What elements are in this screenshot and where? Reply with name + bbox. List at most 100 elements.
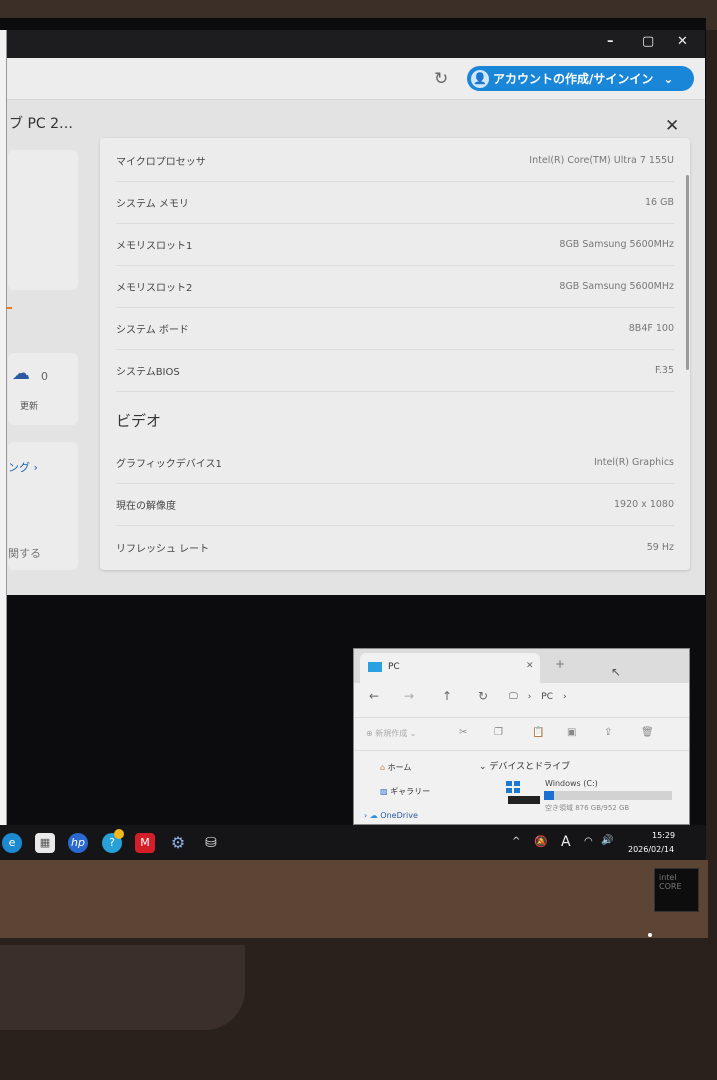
new-button[interactable]: ⊕ 新規作成 ⌄: [366, 728, 417, 739]
intel-core-badge: intel CORE: [654, 868, 699, 912]
drive-usage-fill: [544, 791, 555, 800]
bottom-label: 関する: [8, 547, 41, 560]
back-icon[interactable]: ←: [369, 689, 379, 703]
row-value: Intel(R) Core(TM) Ultra 7 155U: [529, 155, 674, 166]
row-label: メモリスロット2: [116, 283, 193, 294]
row-value: 59 Hz: [646, 541, 674, 553]
refresh-icon[interactable]: ↻: [478, 689, 488, 703]
share-icon[interactable]: ⇪: [604, 727, 612, 738]
forward-icon[interactable]: →: [404, 689, 414, 703]
row-label: システムBIOS: [116, 367, 180, 378]
command-bar: ⊕ 新規作成 ⌄ ✂ ❐ 📋 ▣ ⇪ 🗑: [354, 717, 689, 751]
settings-gear-icon[interactable]: ⚙: [168, 833, 188, 853]
home-icon: ⌂: [380, 763, 386, 772]
title-bar: [0, 30, 705, 58]
system-info-dialog: マイクロプロセッサ Intel(R) Core(TM) Ultra 7 155U …: [100, 138, 690, 570]
clock-time[interactable]: 15:29: [652, 831, 675, 840]
new-label: 新規作成: [375, 729, 408, 738]
notifications-off-icon[interactable]: 🔕: [534, 835, 548, 848]
tray-chevron-icon[interactable]: ^: [512, 836, 520, 847]
address-bar[interactable]: 🖵 › PC ›: [509, 687, 689, 707]
row-value: 1920 x 1080: [613, 499, 674, 510]
wifi-icon[interactable]: ◠: [584, 836, 593, 847]
device-title: ブ PC 2…: [9, 116, 74, 132]
nav-label: ホーム: [387, 763, 412, 772]
info-row: メモリスロット1 8GB Samsung 5600MHz: [116, 224, 674, 266]
row-label: システム メモリ: [116, 199, 189, 210]
updates-card[interactable]: ☁ 0 更新: [8, 353, 78, 425]
user-icon: 👤: [471, 69, 489, 88]
paste-icon[interactable]: 📋: [532, 727, 544, 738]
nav-gallery[interactable]: ▨ ギャラリー: [380, 786, 430, 797]
row-value: 16 GB: [645, 197, 674, 208]
cloud-download-icon: ☁: [12, 363, 30, 384]
address-path: PC: [541, 692, 554, 702]
copy-icon[interactable]: ❐: [494, 727, 503, 738]
info-row: リフレッシュ レート 59 Hz: [116, 526, 674, 568]
close-button[interactable]: ✕: [677, 34, 688, 49]
minimize-button[interactable]: –: [607, 34, 614, 49]
chevron-right-icon: ›: [527, 692, 532, 702]
link-card[interactable]: ング › 関する: [8, 442, 78, 570]
nav-label: ギャラリー: [390, 787, 431, 796]
monitor-bezel: [0, 860, 708, 938]
section-label: デバイスとドライブ: [489, 762, 571, 772]
info-row: グラフィックデバイス1 Intel(R) Graphics: [116, 442, 674, 484]
section-devices[interactable]: ⌄ デバイスとドライブ: [479, 759, 570, 772]
monitor-icon: [368, 662, 382, 672]
link-text[interactable]: ング ›: [8, 459, 38, 475]
power-led: [648, 933, 652, 937]
info-row: システム メモリ 16 GB: [116, 182, 674, 224]
info-card: [8, 150, 78, 290]
notification-badge: [114, 829, 124, 839]
info-row: システム ボード 8B4F 100: [116, 308, 674, 350]
updates-count: 0: [41, 370, 48, 383]
file-explorer-window: PC ✕ + ↖ ← → ↑ ↻ 🖵 › PC › ⊕ 新規作成 ⌄ ✂ ❐ 📋 ▣…: [353, 648, 690, 825]
info-row: システムBIOS F.35: [116, 350, 674, 392]
cut-icon[interactable]: ✂: [459, 727, 467, 738]
drive-usage-bar: [544, 791, 672, 800]
windows-drive-icon: [506, 781, 520, 793]
info-row: メモリスロット2 8GB Samsung 5600MHz: [116, 266, 674, 308]
chevron-right-icon: ›: [563, 692, 567, 702]
store-icon[interactable]: ▦: [35, 833, 55, 853]
background-window-edge: [0, 30, 7, 825]
dialog-close-button[interactable]: ✕: [665, 116, 679, 136]
row-value: 8B4F 100: [628, 323, 674, 334]
app-icon[interactable]: ⛁: [201, 833, 221, 853]
info-row: マイクロプロセッサ Intel(R) Core(TM) Ultra 7 155U: [116, 140, 674, 182]
drive-name[interactable]: Windows (C:): [545, 779, 598, 788]
drive-icon: [508, 796, 540, 804]
nav-home[interactable]: ⌂ ホーム: [380, 762, 411, 773]
new-tab-button[interactable]: +: [555, 657, 565, 671]
volume-icon[interactable]: 🔊: [601, 835, 613, 846]
row-label: リフレッシュ レート: [116, 543, 210, 555]
nav-onedrive[interactable]: › ☁ OneDrive: [364, 811, 418, 820]
refresh-icon[interactable]: ↻: [434, 69, 448, 89]
row-label: メモリスロット1: [116, 241, 193, 252]
maximize-button[interactable]: ▢: [642, 34, 654, 49]
clock-date[interactable]: 2026/02/14: [628, 845, 674, 854]
tab-close-button[interactable]: ✕: [526, 661, 534, 671]
edge-icon[interactable]: e: [2, 833, 22, 853]
mouse-cursor-icon: ↖: [611, 665, 622, 679]
row-value: F.35: [654, 365, 674, 376]
rename-icon[interactable]: ▣: [567, 727, 576, 738]
mcafee-icon[interactable]: M: [135, 833, 155, 853]
section-heading-video: ビデオ: [116, 412, 162, 430]
scrollbar[interactable]: [686, 175, 689, 370]
row-value: 8GB Samsung 5600MHz: [559, 281, 674, 292]
hp-icon[interactable]: hp: [68, 833, 88, 853]
cloud-icon: ☁: [369, 811, 378, 820]
row-label: グラフィックデバイス1: [116, 459, 222, 470]
up-icon[interactable]: ↑: [442, 689, 452, 703]
updates-label: 更新: [20, 402, 39, 412]
delete-icon[interactable]: 🗑: [641, 727, 654, 738]
row-value: Intel(R) Graphics: [593, 457, 674, 468]
nav-label: OneDrive: [380, 811, 418, 820]
ime-indicator[interactable]: A: [561, 834, 571, 850]
account-signin-button[interactable]: 👤 アカウントの作成/サインイン ⌄: [467, 66, 694, 91]
accent-mark: [6, 307, 12, 309]
gallery-icon: ▨: [380, 787, 388, 796]
tab-pc[interactable]: PC ✕: [360, 653, 540, 683]
